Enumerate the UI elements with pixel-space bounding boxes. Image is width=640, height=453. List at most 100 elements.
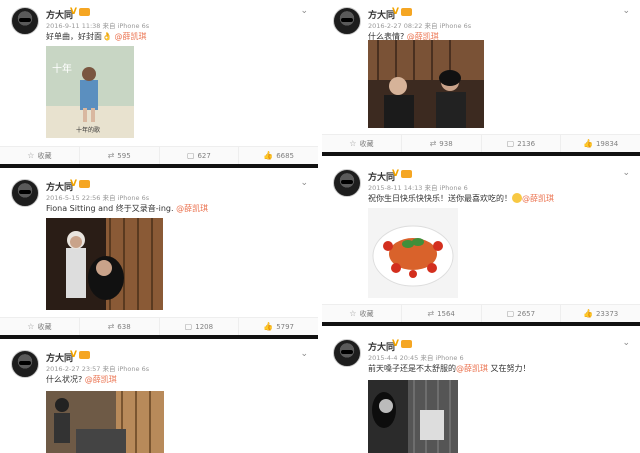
vip-crown-icon (401, 340, 412, 348)
mention-link[interactable]: @薛凯琪 (115, 32, 147, 41)
like-icon: 👍 (263, 151, 274, 160)
avatar[interactable] (333, 7, 361, 35)
chevron-down-icon[interactable]: ⌄ (622, 338, 630, 348)
weibo-post: 方大同 V 2015-4-4 20:45 来自 iPhone 6 ⌄ 前天嗓子还… (322, 332, 640, 453)
favorite-button[interactable]: ☆ 收藏 (0, 318, 80, 335)
post-text: 前天嗓子还是不太舒服的@薛凯琪 又在努力！ (368, 363, 531, 374)
repost-icon: ⇄ (429, 139, 437, 148)
comment-button[interactable]: ▢ 1208 (160, 318, 240, 335)
verified-v-icon: V (70, 350, 77, 360)
post-body: 什么状况? (46, 375, 83, 384)
chevron-down-icon[interactable]: ⌄ (622, 168, 630, 178)
chevron-down-icon[interactable]: ⌄ (300, 6, 308, 16)
repost-button[interactable]: ⇄ 1564 (402, 305, 482, 322)
vip-crown-icon (401, 170, 412, 178)
post-body: 前天嗓子还是不太舒服的 (368, 364, 456, 373)
divider (0, 164, 318, 168)
post-meta: 2016-2-27 23:57 来自 iPhone 6s (46, 365, 150, 373)
like-icon: 👍 (583, 139, 593, 148)
post-image[interactable] (368, 380, 458, 453)
post-image[interactable] (368, 208, 458, 298)
favorite-button[interactable]: ☆ 收藏 (0, 147, 80, 164)
avatar[interactable] (333, 169, 361, 197)
favorite-button[interactable]: ☆ 收藏 (322, 305, 402, 322)
comment-icon: ▢ (506, 309, 515, 318)
verified-v-icon: V (392, 339, 399, 349)
avatar[interactable] (11, 350, 39, 378)
avatar[interactable] (333, 339, 361, 367)
post-body: 好单曲，好封面 (46, 32, 102, 41)
chevron-down-icon[interactable]: ⌄ (300, 349, 308, 359)
post-text: 好单曲，好封面👌 @薛凯琪 (46, 31, 147, 42)
vip-crown-icon (401, 8, 412, 16)
like-button[interactable]: 👍 6685 (239, 147, 318, 164)
comment-icon: ▢ (506, 139, 515, 148)
like-button[interactable]: 👍 23373 (561, 305, 640, 322)
post-text: Fiona Sitting and 终于又录音-ing. @薛凯琪 (46, 203, 208, 214)
post-body: 祝你生日快乐快快乐！送你最喜欢吃的！ (368, 194, 512, 203)
star-icon: ☆ (27, 151, 35, 160)
vip-crown-icon (79, 8, 90, 16)
post-meta: 2016-5-15 22:56 来自 iPhone 6s (46, 194, 150, 202)
repost-icon: ⇄ (427, 309, 435, 318)
post-image[interactable] (46, 218, 163, 310)
verified-v-icon: V (392, 7, 399, 17)
action-bar: ☆ 收藏 ⇄ 1564 ▢ 2657 👍 23373 (322, 304, 640, 322)
verified-v-icon: V (70, 179, 77, 189)
post-image[interactable] (368, 40, 484, 128)
comment-icon: ▢ (184, 322, 193, 331)
like-icon: 👍 (583, 309, 593, 318)
avatar[interactable] (11, 179, 39, 207)
like-icon: 👍 (263, 322, 274, 331)
post-meta: 2016-9-11 11:38 来自 iPhone 6s (46, 22, 150, 30)
weibo-post: 方大同 V 2016-9-11 11:38 来自 iPhone 6s ⌄ 好单曲… (0, 0, 318, 164)
svg-text:十年: 十年 (52, 62, 72, 75)
studio-photo (46, 218, 163, 310)
mention-link[interactable]: @薛凯琪 (522, 194, 554, 203)
vip-crown-icon (79, 180, 90, 188)
smile-emoji-icon (512, 193, 522, 203)
post-image[interactable]: 十年 十年的歌 (46, 46, 134, 138)
repost-icon: ⇄ (107, 151, 115, 160)
post-text: 什么状况? @薛凯琪 (46, 374, 117, 385)
star-icon: ☆ (349, 309, 357, 318)
comment-button[interactable]: ▢ 2657 (482, 305, 562, 322)
chevron-down-icon[interactable]: ⌄ (300, 178, 308, 188)
post-meta: 2016-2-27 08:22 来自 iPhone 6s (368, 22, 472, 30)
star-icon: ☆ (349, 139, 357, 148)
spaghetti-photo (368, 208, 458, 298)
mention-link[interactable]: @薛凯琪 (456, 364, 488, 373)
chevron-down-icon[interactable]: ⌄ (622, 6, 630, 16)
favorite-button[interactable]: ☆ 收藏 (322, 135, 402, 152)
star-icon: ☆ (27, 322, 35, 331)
action-bar: ☆ 收藏 ⇄ 638 ▢ 1208 👍 5797 (0, 317, 318, 335)
verified-v-icon: V (392, 169, 399, 179)
emoji-icon: 👌 (102, 32, 112, 41)
repost-button[interactable]: ⇄ 938 (402, 135, 482, 152)
weibo-post: 方大同 V 2016-5-15 22:56 来自 iPhone 6s ⌄ Fio… (0, 172, 318, 335)
repost-button[interactable]: ⇄ 638 (80, 318, 160, 335)
repost-button[interactable]: ⇄ 595 (80, 147, 160, 164)
post-meta: 2015-4-4 20:45 来自 iPhone 6 (368, 354, 464, 362)
divider (322, 322, 640, 326)
post-meta: 2015-8-11 14:13 来自 iPhone 6 (368, 184, 468, 192)
weibo-post: 方大同 V 2015-8-11 14:13 来自 iPhone 6 ⌄ 祝你生日… (322, 162, 640, 322)
vip-crown-icon (79, 351, 90, 359)
divider (322, 152, 640, 156)
studio-photo (368, 40, 484, 128)
post-image[interactable] (46, 391, 164, 453)
post-text: 祝你生日快乐快快乐！送你最喜欢吃的！ @薛凯琪 (368, 193, 554, 204)
divider (0, 335, 318, 339)
avatar[interactable] (11, 7, 39, 35)
comment-button[interactable]: ▢ 2136 (482, 135, 562, 152)
svg-text:十年的歌: 十年的歌 (76, 126, 100, 134)
post-body: Fiona Sitting and 终于又录音-ing. (46, 204, 174, 213)
like-button[interactable]: 👍 5797 (239, 318, 318, 335)
mention-link[interactable]: @薛凯琪 (176, 204, 208, 213)
mention-link[interactable]: @薛凯琪 (85, 375, 117, 384)
action-bar: ☆ 收藏 ⇄ 595 ▢ 627 👍 6685 (0, 146, 318, 164)
post-body-tail: 又在努力！ (488, 364, 531, 373)
studio-photo (46, 391, 164, 453)
like-button[interactable]: 👍 19834 (561, 135, 640, 152)
comment-button[interactable]: ▢ 627 (160, 147, 240, 164)
